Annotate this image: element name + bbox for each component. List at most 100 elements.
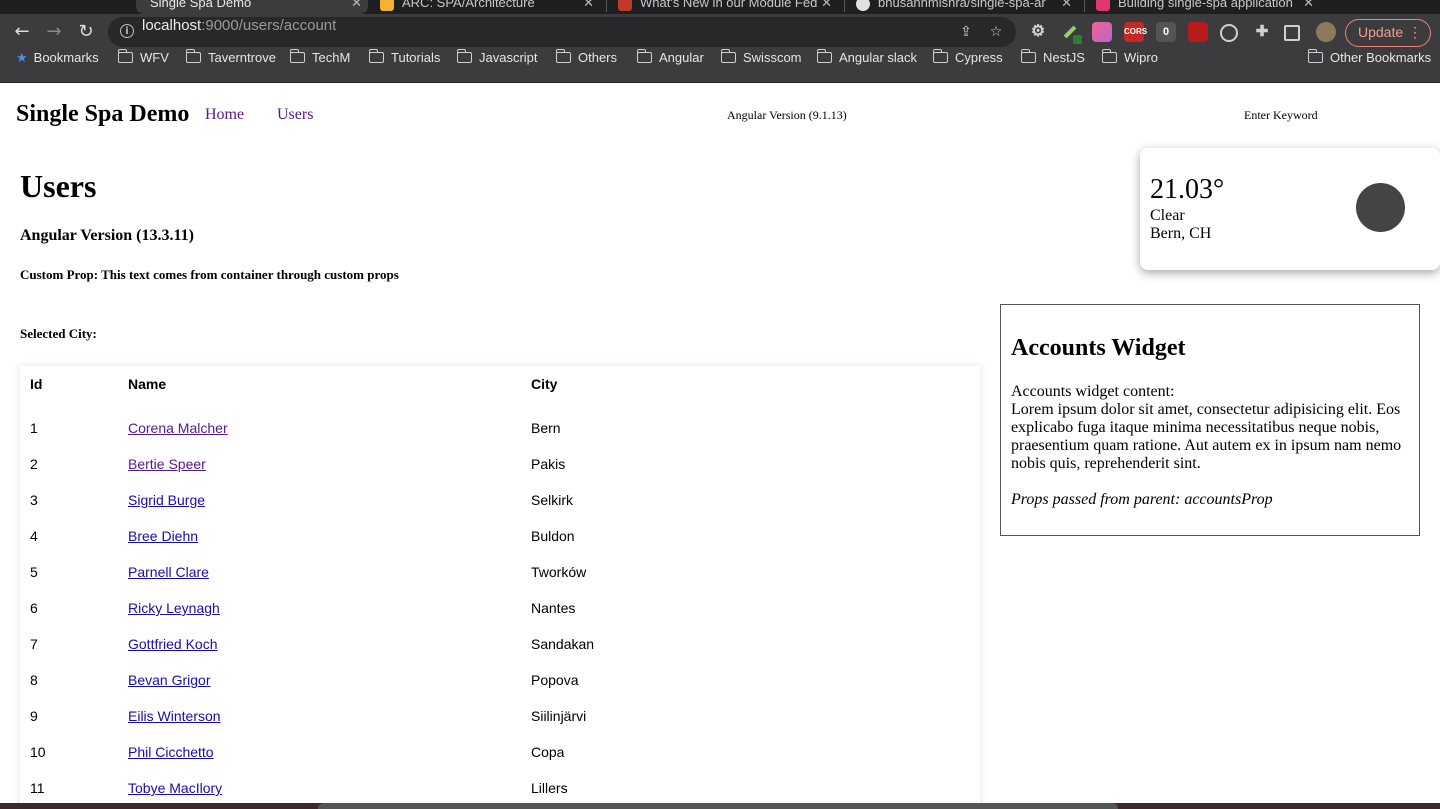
user-name-link[interactable]: Gottfried Koch — [128, 636, 218, 652]
close-icon[interactable]: ✕ — [351, 0, 362, 14]
cell-city: Bern — [531, 420, 561, 436]
bookmark-techm[interactable]: TechM — [289, 49, 350, 78]
bookmark-swisscom[interactable]: Swisscom — [720, 49, 802, 78]
bookmark-star-icon[interactable]: ☆ — [986, 22, 1006, 42]
reload-icon[interactable]: ↻ — [72, 18, 100, 46]
address-bar[interactable]: i localhost:9000/users/account ⇪ ☆ — [108, 17, 1016, 47]
sidepanel-icon[interactable] — [1284, 25, 1300, 41]
bookmark-label: Angular slack — [839, 50, 918, 65]
cell-city: Tworków — [531, 564, 587, 580]
cell-name: Ricky Leynagh — [128, 600, 220, 616]
cell-name: Gottfried Koch — [128, 636, 218, 652]
bookmark-nestjs[interactable]: NestJS — [1020, 49, 1085, 78]
cell-id: 1 — [30, 420, 38, 436]
user-name-link[interactable]: Phil Cicchetto — [128, 744, 214, 760]
weather-location: Bern, CH — [1150, 225, 1212, 242]
cell-id: 2 — [30, 456, 38, 472]
bookmark-bookmarks[interactable]: ★ Bookmarks — [16, 50, 99, 78]
close-icon[interactable]: ✕ — [583, 0, 594, 14]
avatar[interactable] — [1316, 22, 1336, 42]
bookmark-label: NestJS — [1043, 50, 1085, 65]
cell-id: 3 — [30, 492, 38, 508]
bookmark-label: Other Bookmarks — [1330, 50, 1432, 65]
target-extension-icon[interactable] — [1220, 24, 1238, 42]
tab-single-spa-demo[interactable]: Single Spa Demo ✕ — [136, 0, 368, 14]
share-icon[interactable]: ⇪ — [956, 22, 976, 42]
cell-name: Bertie Speer — [128, 456, 206, 472]
cell-city: Selkirk — [531, 492, 574, 508]
user-name-link[interactable]: Sigrid Burge — [128, 492, 205, 508]
user-name-link[interactable]: Bertie Speer — [128, 456, 206, 472]
update-button[interactable]: Update ⋮ — [1345, 19, 1431, 47]
accounts-content-text: Lorem ipsum dolor sit amet, consectetur … — [1011, 401, 1402, 472]
cell-city: Siilinjärvi — [531, 708, 587, 724]
tab-arc-architecture[interactable]: ARC: SPA/Architecture ✕ — [380, 0, 600, 14]
cell-id: 10 — [30, 744, 46, 760]
user-name-link[interactable]: Bevan Grigor — [128, 672, 210, 688]
bookmark-others[interactable]: Others — [555, 49, 617, 78]
table-row: 6 Ricky Leynagh Nantes — [20, 592, 980, 628]
back-icon[interactable]: ← — [8, 18, 36, 46]
gear-icon[interactable]: ⚙ — [1028, 22, 1048, 42]
cell-id: 9 — [30, 708, 38, 724]
browser-toolbar: ← → ↻ i localhost:9000/users/account ⇪ ☆… — [0, 14, 1440, 50]
user-name-link[interactable]: Tobye MacIlory — [128, 780, 222, 796]
user-name-link[interactable]: Ricky Leynagh — [128, 600, 220, 616]
cell-name: Bree Diehn — [128, 528, 198, 544]
close-icon[interactable]: ✕ — [1303, 0, 1314, 14]
cors-extension-icon[interactable]: CORS — [1124, 22, 1147, 42]
cell-city: Popova — [531, 672, 579, 688]
user-name-link[interactable]: Corena Malcher — [128, 420, 228, 436]
tab-building-single-spa[interactable]: Building single-spa application ✕ — [1096, 0, 1320, 14]
zero-extension-icon[interactable]: 0 — [1156, 22, 1176, 42]
bookmark-label: Wipro — [1124, 50, 1158, 65]
cell-name: Sigrid Burge — [128, 492, 205, 508]
user-name-link[interactable]: Eilis Winterson — [128, 708, 221, 724]
bookmark-angular-slack[interactable]: Angular slack — [816, 49, 918, 78]
close-icon[interactable]: ✕ — [1061, 0, 1072, 14]
nav-users-link[interactable]: Users — [277, 106, 313, 124]
cell-name: Phil Cicchetto — [128, 744, 214, 760]
url-text[interactable]: localhost:9000/users/account — [142, 17, 336, 34]
star-icon: ★ — [16, 51, 28, 66]
figure-extension-icon[interactable] — [1188, 22, 1208, 42]
close-icon[interactable]: ✕ — [821, 0, 832, 14]
folder-icon — [1307, 49, 1323, 63]
site-info-icon[interactable]: i — [120, 24, 134, 38]
bookmark-javascript[interactable]: Javascript — [456, 49, 538, 78]
column-header-city: City — [531, 376, 558, 392]
cell-id: 8 — [30, 672, 38, 688]
weather-icon — [1356, 183, 1405, 232]
folder-icon — [1101, 49, 1117, 63]
forward-icon[interactable]: → — [40, 18, 68, 46]
tab-github-repo[interactable]: bhusanhmishra/single-spa-ar ✕ — [856, 0, 1078, 14]
folder-icon — [1020, 49, 1036, 63]
tab-label: ARC: SPA/Architecture — [402, 0, 535, 10]
user-name-link[interactable]: Bree Diehn — [128, 528, 198, 544]
folder-icon — [555, 49, 571, 63]
bookmark-label: Bookmarks — [33, 50, 99, 65]
color-extension-icon[interactable] — [1092, 22, 1112, 42]
table-row: 10 Phil Cicchetto Copa — [20, 736, 980, 772]
cell-name: Bevan Grigor — [128, 672, 210, 688]
selected-city-label: Selected City: — [20, 326, 97, 341]
menu-dots-icon[interactable]: ⋮ — [1408, 20, 1422, 45]
bookmark-tutorials[interactable]: Tutorials — [368, 49, 440, 78]
puzzle-icon[interactable]: ✚ — [1252, 22, 1272, 42]
weather-temperature: 21.03° — [1150, 174, 1225, 205]
tab-module-federation[interactable]: What's New in our Module Fed ✕ — [618, 0, 838, 14]
bookmark-other-bookmarks[interactable]: Other Bookmarks — [1307, 49, 1432, 78]
table-row: 4 Bree Diehn Buldon — [20, 520, 980, 556]
bookmark-wfv[interactable]: WFV — [117, 49, 169, 78]
bookmark-taverntrove[interactable]: Taverntrove — [185, 49, 276, 78]
pen-extension-icon[interactable] — [1060, 22, 1082, 44]
bookmark-cypress[interactable]: Cypress — [932, 49, 1003, 78]
bookmark-angular[interactable]: Angular — [636, 49, 704, 78]
tab-label: bhusanhmishra/single-spa-ar — [878, 0, 1046, 10]
tab-separator — [606, 0, 607, 12]
user-name-link[interactable]: Parnell Clare — [128, 564, 209, 580]
table-row: 3 Sigrid Burge Selkirk — [20, 484, 980, 520]
nav-home-link[interactable]: Home — [205, 106, 244, 124]
weather-widget: 21.03° Clear Bern, CH — [1140, 148, 1440, 270]
bookmark-wipro[interactable]: Wipro — [1101, 49, 1158, 78]
